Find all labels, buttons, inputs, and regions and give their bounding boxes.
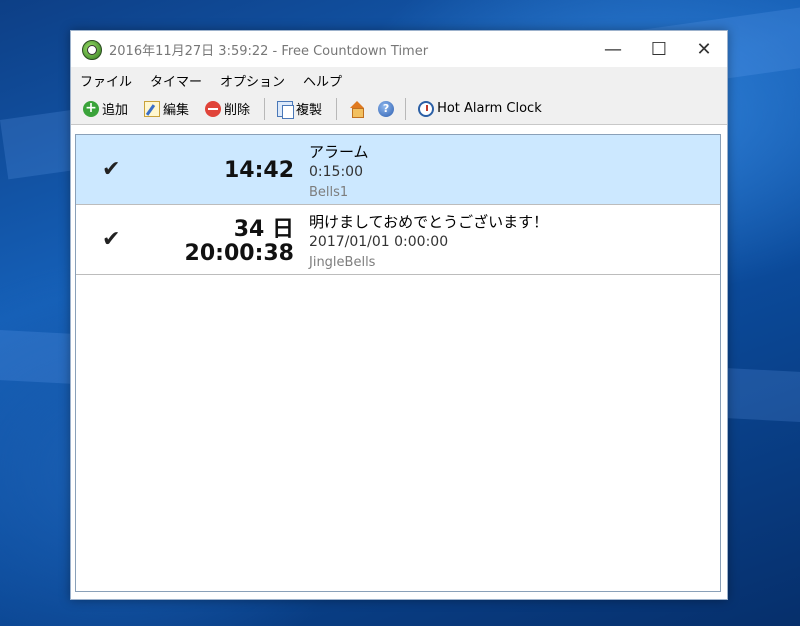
menu-timer[interactable]: タイマー [141,67,211,93]
timer-sound: Bells1 [309,185,349,200]
timer-name: 明けましておめでとうございます！ [309,213,549,231]
toolbar-separator [336,97,338,120]
window-title: 2016年11月27日 3:59:22 - Free Countdown Tim… [109,44,429,59]
delete-button[interactable]: 削除 [201,97,254,121]
timer-sound: JingleBells [309,255,376,270]
alarm-clock-icon [418,100,435,117]
timer-enabled-checkbox[interactable]: ✔ [102,229,124,251]
countdown-clock-icon[interactable] [82,40,102,60]
edit-button[interactable]: 編集 [140,97,193,121]
timer-row[interactable]: ✔ 14:42 アラーム 0:15:00 Bells1 [76,135,720,205]
duplicate-label: 複製 [296,103,323,118]
home-button[interactable] [345,97,372,121]
close-button[interactable]: ✕ [681,31,727,67]
plus-circle-icon: + [83,100,99,117]
add-label: 追加 [102,103,129,118]
remaining-days: 34 日 [233,217,294,242]
timer-row[interactable]: ✔ 34 日 20:00:38 明けましておめでとうございます！ 2017/01… [76,205,720,275]
edit-label: 編集 [163,103,190,118]
timer-list[interactable]: ✔ 14:42 アラーム 0:15:00 Bells1 ✔ 34 日 20:00… [75,134,721,592]
title-bar[interactable]: 2016年11月27日 3:59:22 - Free Countdown Tim… [71,31,727,67]
timer-enabled-checkbox[interactable]: ✔ [102,159,124,181]
minus-circle-icon [205,100,222,117]
add-button[interactable]: + 追加 [79,97,132,121]
remaining-time: 20:00:38 [184,241,294,266]
help-circle-icon: ? [378,100,395,117]
copy-icon [277,100,295,119]
timer-target: 2017/01/01 0:00:00 [309,234,449,250]
toolbar-separator [405,97,407,120]
hot-alarm-clock-label: Hot Alarm Clock [437,101,542,116]
delete-label: 削除 [224,103,251,118]
duplicate-button[interactable]: 複製 [273,97,326,121]
timer-target: 0:15:00 [309,164,363,180]
home-icon [349,100,365,118]
menu-bar: ファイル タイマー オプション ヘルプ [71,67,727,93]
hot-alarm-clock-button[interactable]: Hot Alarm Clock [414,97,546,121]
minimize-button[interactable]: — [590,31,636,67]
app-window: 2016年11月27日 3:59:22 - Free Countdown Tim… [70,30,728,600]
menu-options[interactable]: オプション [211,67,294,93]
help-button[interactable]: ? [374,97,401,121]
timer-name: アラーム [309,143,369,161]
toolbar-separator [264,97,266,120]
maximize-button[interactable]: ☐ [636,31,682,67]
toolbar: + 追加 編集 削除 複製 ? Hot Alarm Clock [71,93,727,125]
menu-help[interactable]: ヘルプ [294,67,351,93]
remaining-time: 14:42 [223,158,294,183]
pencil-note-icon [144,100,161,117]
menu-file[interactable]: ファイル [71,67,141,93]
